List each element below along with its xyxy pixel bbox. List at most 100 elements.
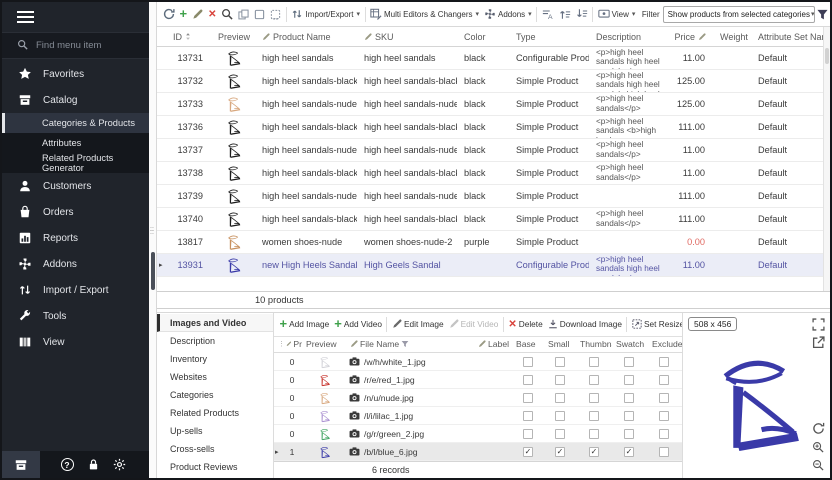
scrollbar-thumb[interactable] [825,48,829,64]
thumbnail-checkbox[interactable] [589,357,599,367]
base-checkbox[interactable]: ✓ [523,447,533,457]
image-row[interactable]: 0 /n/u/nude.jpg [274,389,682,407]
zoom-in-icon[interactable] [812,440,826,454]
image-row[interactable]: 0 /r/e/red_1.jpg [274,371,682,389]
product-row[interactable]: 13736 high heel sandals-black-36high hee… [157,116,823,139]
sidebar-item-view[interactable]: View [2,329,149,355]
sidebar-item-catalog[interactable]: Catalog [2,87,149,113]
small-checkbox[interactable] [555,357,565,367]
tab-cross-sells[interactable]: Cross-sells [157,440,273,458]
tab-description[interactable]: Description [157,332,273,350]
base-checkbox[interactable] [523,393,533,403]
image-row[interactable]: 0 /g/r/green_2.jpg [274,425,682,443]
sidebar-item-import-export[interactable]: Import / Export [2,277,149,303]
product-row[interactable]: 13740 high heel sandals-black-38high hee… [157,208,823,231]
grid-vertical-scrollbar[interactable] [823,27,830,291]
product-row[interactable]: 13738 high heel sandals-black-37high hee… [157,162,823,185]
tab-up-sells[interactable]: Up-sells [157,422,273,440]
edit-image-button[interactable]: Edit Image [389,315,446,334]
sidebar-search-input[interactable]: Find menu item [2,32,149,59]
thumbnail-checkbox[interactable] [589,393,599,403]
column-header-sku[interactable]: SKU [357,32,457,42]
rotate-icon[interactable] [812,422,826,436]
delete-product-button[interactable]: ✕ [206,5,219,24]
product-row[interactable]: 13817 women shoes-nudewomen shoes-nude-2… [157,231,823,254]
column-header-product-name[interactable]: Product Name [255,32,357,42]
swatch-checkbox[interactable] [624,375,634,385]
column-header-exclude[interactable]: Exclude [646,339,682,349]
column-header-weight[interactable]: Weight [713,32,751,42]
collapse-rows-button[interactable] [573,5,590,24]
product-row[interactable]: 13732 high heel sandals-blackhigh heel s… [157,70,823,93]
swatch-checkbox[interactable]: ✓ [624,447,634,457]
thumbnail-checkbox[interactable]: ✓ [589,447,599,457]
small-checkbox[interactable] [555,429,565,439]
column-header-file-name[interactable]: File Name [346,339,474,349]
tab-product-reviews[interactable]: Product Reviews [157,458,273,476]
product-row[interactable]: 13731 high heel sandalshigh heel sandals… [157,47,823,70]
sidebar-scrollbar-thumb[interactable] [151,252,155,290]
thumbnail-checkbox[interactable] [589,429,599,439]
add-video-button[interactable]: +Add Video [332,315,385,334]
small-checkbox[interactable] [555,393,565,403]
fullscreen-icon[interactable] [812,318,826,332]
help-icon[interactable]: ? [54,451,80,478]
hamburger-menu-icon[interactable] [2,2,149,32]
column-header-type[interactable]: Type [509,32,589,42]
swatch-checkbox[interactable] [624,357,634,367]
sidebar-item-categories-products[interactable]: Categories & Products [2,113,149,133]
swatch-checkbox[interactable] [624,429,634,439]
tab-related-products[interactable]: Related Products [157,404,273,422]
multi-editors-menu[interactable]: Multi Editors & Changers▾ [368,5,482,24]
column-header-swatch[interactable]: Swatch [612,339,646,349]
small-checkbox[interactable] [555,411,565,421]
product-row[interactable]: 13737 high heel sandals-nude-36high heel… [157,139,823,162]
thumbnail-checkbox[interactable] [589,411,599,421]
expand-rows-button[interactable] [556,5,573,24]
product-row[interactable]: ▸13931 new High Heels SandalsHigh Geels … [157,254,823,277]
sidebar-item-reports[interactable]: Reports [2,225,149,251]
lock-icon[interactable] [80,451,106,478]
open-external-icon[interactable] [812,336,826,350]
delete-image-button[interactable]: ✕Delete [506,315,545,334]
swatch-checkbox[interactable] [624,393,634,403]
filters-menu[interactable]: Filters▾ [815,5,830,24]
edit-product-button[interactable] [190,5,206,24]
sidebar-item-related-products-generator[interactable]: Related Products Generator [2,153,149,173]
sidebar-item-customers[interactable]: Customers [2,173,149,199]
product-row[interactable]: 13733 high heel sandals-nudehigh heel sa… [157,93,823,116]
add-product-button[interactable]: + [177,5,190,24]
base-checkbox[interactable] [523,429,533,439]
sidebar-item-tools[interactable]: Tools [2,303,149,329]
thumbnail-checkbox[interactable] [589,375,599,385]
exclude-checkbox[interactable] [659,429,669,439]
column-header-thumbna[interactable]: Thumbna [576,339,612,349]
column-header-label[interactable]: Label [474,339,512,349]
base-checkbox[interactable] [523,357,533,367]
translate-button[interactable]: A [539,5,556,24]
column-header-preview[interactable]: Preview [211,32,255,42]
column-header-preview[interactable]: Preview [302,339,346,349]
paste-special-button[interactable] [268,5,284,24]
sidebar-item-orders[interactable]: Orders [2,199,149,225]
small-checkbox[interactable]: ✓ [555,447,565,457]
small-checkbox[interactable] [555,375,565,385]
tab-categories[interactable]: Categories [157,386,273,404]
column-header-pr[interactable]: Pr [282,339,302,349]
view-menu[interactable]: View▾ [595,5,638,24]
product-row[interactable]: 13739 high heel sandals-nude-37high heel… [157,185,823,208]
tab-inventory[interactable]: Inventory [157,350,273,368]
copy-button[interactable] [236,5,252,24]
image-row[interactable]: ▸1 /b/l/blue_6.jpg✓✓✓✓ [274,443,682,461]
add-image-button[interactable]: +Add Image [277,315,332,334]
image-row[interactable]: 0 /w/h/white_1.jpg [274,353,682,371]
column-header-attribute-set-name[interactable]: Attribute Set Name [751,32,823,42]
edit-video-button[interactable]: Edit Video [446,315,501,334]
base-checkbox[interactable] [523,375,533,385]
exclude-checkbox[interactable] [659,357,669,367]
column-header-small[interactable]: Small [544,339,576,349]
column-header-description[interactable]: Description [589,32,661,42]
tab-websites[interactable]: Websites [157,368,273,386]
exclude-checkbox[interactable] [659,393,669,403]
search-button[interactable] [219,5,236,24]
